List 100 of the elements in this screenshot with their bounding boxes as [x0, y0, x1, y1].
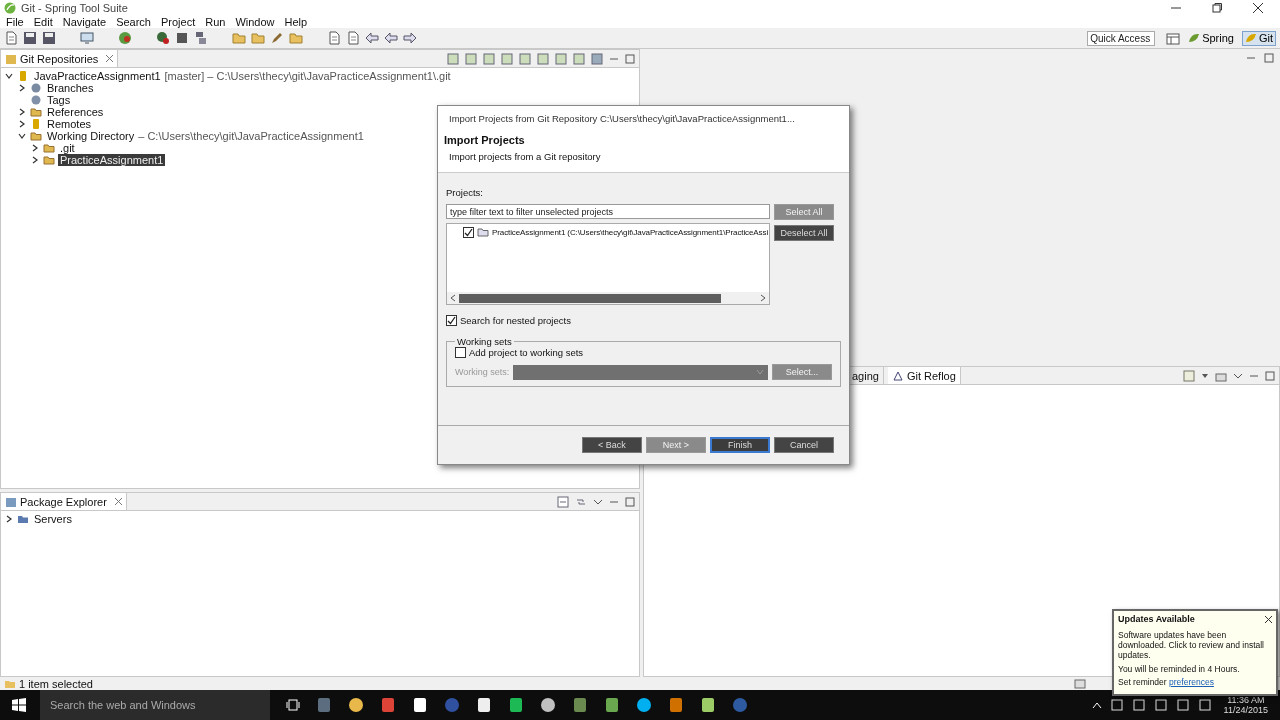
tree-item[interactable]: .git: [58, 142, 77, 154]
update-notification[interactable]: Updates Available Software updates have been downloaded. Click to review and install updates. You will be reminded in 4 Hours. Set reminder preferences: [1112, 609, 1278, 696]
dialog-button[interactable]: Cancel: [774, 437, 834, 453]
app-icon[interactable]: [412, 697, 428, 713]
view-tab[interactable]: Git Reflog: [887, 367, 961, 384]
open-perspective-icon[interactable]: [1166, 31, 1181, 45]
dropdown-arrow-icon[interactable]: [1201, 371, 1209, 380]
tray-icon[interactable]: [1131, 699, 1146, 711]
task-view-icon[interactable]: [286, 699, 300, 711]
pencil-icon[interactable]: [270, 31, 284, 45]
tree-item[interactable]: Branches: [45, 82, 96, 94]
view-toolbar-icon[interactable]: [537, 52, 549, 65]
document-icon[interactable]: [327, 31, 341, 45]
menu-item[interactable]: Help: [284, 15, 308, 28]
notification-message: Software updates have been downloaded. Click to review and install updates.: [1118, 630, 1265, 661]
close-icon[interactable]: [1265, 615, 1272, 623]
view-toolbar-icon[interactable]: [501, 52, 513, 65]
scroll-left-icon[interactable]: [450, 294, 456, 302]
arrow-left-icon[interactable]: [365, 31, 379, 45]
checkbox-label[interactable]: Add project to working sets: [469, 347, 584, 358]
tree-item[interactable]: JavaPracticeAssignment1: [32, 70, 163, 82]
folder-icon[interactable]: [289, 31, 303, 45]
quick-access-field[interactable]: Quick Access: [1087, 30, 1156, 46]
app-icon[interactable]: [476, 697, 492, 713]
menu-item[interactable]: Window: [235, 15, 275, 28]
app-icon[interactable]: [604, 697, 620, 713]
maximize-icon[interactable]: [625, 496, 635, 507]
tree-item[interactable]: References: [45, 106, 106, 118]
view-toolbar-icon[interactable]: [519, 52, 531, 65]
scroll-right-icon[interactable]: [760, 294, 766, 302]
menu-item[interactable]: Project: [161, 15, 196, 28]
working-sets-dropdown[interactable]: [513, 364, 768, 380]
document-icon[interactable]: [346, 31, 360, 45]
tree-item[interactable]: PracticeAssignment1: [58, 154, 166, 166]
windows-icon[interactable]: [12, 698, 26, 712]
tree-item[interactable]: Remotes: [45, 118, 94, 130]
field-label: Working sets:: [455, 367, 510, 377]
filter-icon[interactable]: [1183, 369, 1195, 382]
folder-icon[interactable]: [232, 31, 246, 45]
horizontal-scrollbar[interactable]: [447, 292, 769, 304]
checkbox-label[interactable]: Search for nested projects: [460, 315, 571, 326]
chevron-up-icon[interactable]: [1091, 701, 1102, 709]
folder-icon[interactable]: [251, 31, 265, 45]
checkbox[interactable]: [463, 226, 474, 238]
app-icon[interactable]: [508, 697, 524, 713]
dialog-button[interactable]: Finish: [710, 437, 770, 453]
save-icon[interactable]: [23, 31, 37, 45]
status-icon[interactable]: [1074, 678, 1086, 689]
tray-icon[interactable]: [1109, 699, 1124, 711]
project-entry[interactable]: PracticeAssignment1 (C:\Users\thecy\git\JavaPracticeAssignment1\PracticeAssi: [492, 227, 769, 237]
close-icon[interactable]: [1253, 2, 1263, 13]
app-icon[interactable]: [540, 697, 556, 713]
view-toolbar-icon[interactable]: [483, 52, 495, 65]
preferences-link[interactable]: preferences: [1169, 676, 1214, 687]
view-toolbar-icon[interactable]: [555, 52, 567, 65]
tray-icon[interactable]: [1153, 699, 1168, 711]
maximize-icon[interactable]: [1265, 370, 1275, 381]
document-icon[interactable]: [4, 31, 18, 45]
monitor-icon[interactable]: [80, 31, 94, 45]
arrow-left-icon[interactable]: [384, 31, 398, 45]
checkbox[interactable]: [455, 347, 466, 358]
tree-item[interactable]: Servers: [32, 513, 74, 525]
app-icon[interactable]: [636, 697, 652, 713]
tree-node-icon: [30, 94, 42, 106]
stop-icon[interactable]: [175, 31, 189, 45]
view-toolbar-icon[interactable]: [591, 52, 603, 65]
restore-icon[interactable]: [1212, 2, 1222, 13]
clock-time[interactable]: 11:36 AM: [1227, 695, 1265, 705]
search-field[interactable]: Search the web and Windows: [40, 690, 270, 720]
view-tab[interactable]: Package Explorer: [1, 493, 127, 510]
menu-item[interactable]: Run: [205, 15, 226, 28]
menu-item[interactable]: Edit: [33, 15, 53, 28]
tray-icon[interactable]: [1175, 699, 1190, 711]
tree-item[interactable]: Tags: [45, 94, 73, 106]
project-folder-icon: [477, 226, 489, 238]
save-icon[interactable]: [42, 31, 56, 45]
notification-title: Updates Available: [1118, 614, 1195, 624]
menu-item[interactable]: Navigate: [62, 15, 107, 28]
filter-field[interactable]: type filter text to filter unselected projects: [446, 204, 770, 219]
app-icon[interactable]: [348, 697, 364, 713]
view-toolbar-icon[interactable]: [465, 52, 477, 65]
view-toolbar-icon[interactable]: [447, 52, 459, 65]
maximize-icon[interactable]: [625, 53, 635, 64]
dialog-button[interactable]: < Back: [582, 437, 642, 453]
perspective-button[interactable]: Spring: [1185, 30, 1237, 46]
arrow-right-icon[interactable]: [403, 31, 417, 45]
clock-date[interactable]: 11/24/2015: [1223, 705, 1268, 715]
menu-item[interactable]: Search: [116, 15, 151, 28]
view-tab[interactable]: Git Repositories: [1, 50, 119, 67]
tray-icon[interactable]: [1197, 699, 1212, 711]
list-button[interactable]: Deselect All: [774, 225, 834, 241]
collapse-all-icon[interactable]: [557, 495, 569, 508]
tree-item[interactable]: Working Directory: [45, 130, 137, 142]
checkbox[interactable]: [446, 315, 457, 326]
view-toolbar-icon[interactable]: [573, 52, 585, 65]
app-icon[interactable]: [700, 697, 716, 713]
menu-item[interactable]: File: [6, 15, 24, 28]
perspective-button[interactable]: Git: [1241, 30, 1276, 46]
maximize-icon[interactable]: [1264, 53, 1274, 63]
repository-path: [master] – C:\Users\thecy\git\JavaPracticeAssignment1\.git: [164, 70, 451, 82]
